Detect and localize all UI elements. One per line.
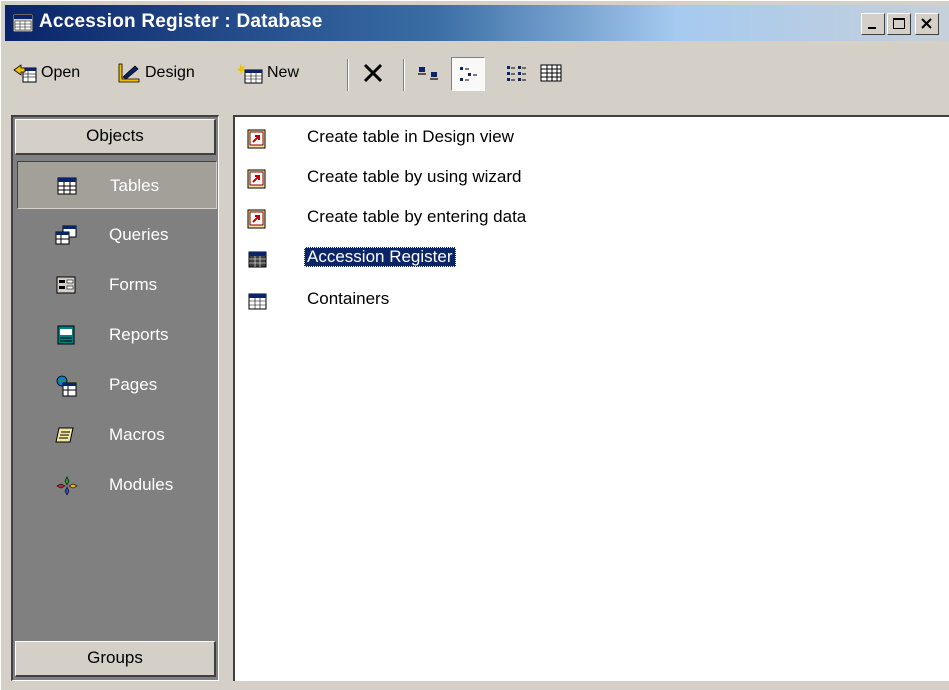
query-icon <box>55 225 77 245</box>
large-icons-button[interactable] <box>417 59 441 87</box>
toolbar-separator <box>403 59 405 91</box>
design-button[interactable]: Design <box>117 59 195 87</box>
list-icon <box>507 66 526 81</box>
objects-item-label: Reports <box>109 325 169 344</box>
list-item-label: Accession Register <box>304 247 456 267</box>
database-window: Accession Register : Database Open Desig… <box>0 0 949 690</box>
objects-item-modules[interactable]: Modules <box>17 461 217 509</box>
delete-button[interactable] <box>361 59 385 87</box>
table-icon <box>245 247 269 271</box>
list-item-label: Create table in Design view <box>307 127 514 146</box>
design-label: Design <box>145 64 195 81</box>
close-button[interactable] <box>915 13 939 35</box>
objects-item-label: Modules <box>109 475 174 494</box>
objects-item-label: Queries <box>109 225 169 244</box>
form-icon <box>55 275 77 295</box>
new-button[interactable]: New <box>237 59 299 87</box>
objects-item-macros[interactable]: Macros <box>17 411 217 459</box>
list-item-label: Create table by using wizard <box>307 167 522 186</box>
minimize-button[interactable] <box>861 13 885 35</box>
maximize-button[interactable] <box>887 13 911 35</box>
window-title: Accession Register : Database <box>39 11 323 32</box>
objects-item-label: Pages <box>109 375 158 394</box>
large-icons-icon <box>418 67 438 80</box>
objects-item-label: Macros <box>109 425 165 444</box>
small-icons-icon <box>460 67 477 81</box>
database-icon <box>12 13 34 33</box>
details-view-button[interactable] <box>539 59 563 87</box>
shortcut-icon <box>245 127 269 151</box>
shortcut-icon <box>245 207 269 231</box>
groups-header-button[interactable]: Groups <box>15 641 216 677</box>
list-view-button[interactable] <box>505 59 529 87</box>
table-icon <box>56 176 78 196</box>
maximize-icon <box>893 18 905 29</box>
page-icon <box>55 375 77 397</box>
objects-item-pages[interactable]: Pages <box>17 361 217 409</box>
objects-item-label: Forms <box>109 275 158 294</box>
objects-item-label: Tables <box>110 176 160 195</box>
shortcut-icon <box>245 167 269 191</box>
minimize-icon <box>868 27 876 29</box>
toolbar: Open Design New <box>5 51 949 99</box>
objects-item-reports[interactable]: Reports <box>17 311 217 359</box>
objects-item-tables[interactable]: Tables <box>17 161 217 209</box>
new-table-icon <box>237 63 263 84</box>
open-button[interactable]: Open <box>13 59 80 87</box>
object-list[interactable]: Create table in Design view Create table… <box>233 115 949 681</box>
toolbar-separator <box>347 59 349 91</box>
objects-bar: Objects Tables Queries Forms Reports Pag… <box>11 115 219 681</box>
objects-item-forms[interactable]: Forms <box>17 261 217 309</box>
delete-x-icon <box>363 63 383 83</box>
report-icon <box>55 325 77 345</box>
objects-header-button[interactable]: Objects <box>15 119 216 155</box>
list-item-label: Create table by entering data <box>307 207 527 226</box>
objects-item-queries[interactable]: Queries <box>17 211 217 259</box>
module-icon <box>55 475 78 496</box>
details-icon <box>540 64 562 82</box>
macro-icon <box>55 425 77 445</box>
small-icons-button[interactable] <box>451 57 485 91</box>
design-ruler-icon <box>118 63 140 83</box>
open-label: Open <box>41 64 81 81</box>
table-icon <box>245 289 269 313</box>
open-icon <box>13 64 37 83</box>
title-bar[interactable]: Accession Register : Database <box>5 5 949 41</box>
close-icon <box>921 18 932 29</box>
new-label: New <box>267 64 300 81</box>
list-item-label: Containers <box>307 289 390 308</box>
